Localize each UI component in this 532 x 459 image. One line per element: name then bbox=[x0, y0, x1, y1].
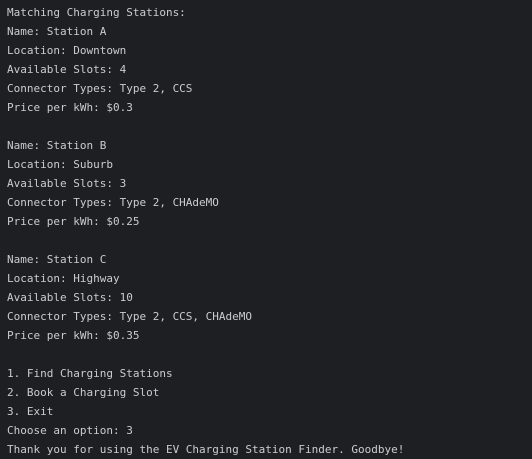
station-connectors: Connector Types: Type 2, CCS bbox=[7, 82, 193, 95]
results-header: Matching Charging Stations: bbox=[7, 6, 186, 19]
station-location: Location: Downtown bbox=[7, 44, 127, 57]
station-connectors: Connector Types: Type 2, CHAdeMO bbox=[7, 196, 219, 209]
station-name: Name: Station C bbox=[7, 253, 107, 266]
station-slots: Available Slots: 10 bbox=[7, 291, 133, 304]
station-location: Location: Suburb bbox=[7, 158, 113, 171]
station-name: Name: Station B bbox=[7, 139, 107, 152]
menu-option-find: 1. Find Charging Stations bbox=[7, 367, 173, 380]
option-prompt: Choose an option: 3 bbox=[7, 424, 133, 437]
station-location: Location: Highway bbox=[7, 272, 120, 285]
menu-option-book: 2. Book a Charging Slot bbox=[7, 386, 160, 399]
station-slots: Available Slots: 3 bbox=[7, 177, 127, 190]
station-block-b: Name: Station B Location: Suburb Availab… bbox=[7, 136, 532, 231]
station-name: Name: Station A bbox=[7, 25, 107, 38]
farewell-message: Thank you for using the EV Charging Stat… bbox=[7, 443, 405, 456]
station-connectors: Connector Types: Type 2, CCS, CHAdeMO bbox=[7, 310, 253, 323]
terminal-output: Matching Charging Stations: Name: Statio… bbox=[0, 0, 532, 458]
menu-option-exit: 3. Exit bbox=[7, 405, 54, 418]
station-price: Price per kWh: $0.25 bbox=[7, 215, 140, 228]
station-block-c: Name: Station C Location: Highway Availa… bbox=[7, 250, 532, 345]
menu-options: 1. Find Charging Stations 2. Book a Char… bbox=[7, 364, 532, 421]
station-block-a: Name: Station A Location: Downtown Avail… bbox=[7, 22, 532, 117]
station-price: Price per kWh: $0.3 bbox=[7, 101, 133, 114]
station-price: Price per kWh: $0.35 bbox=[7, 329, 140, 342]
station-slots: Available Slots: 4 bbox=[7, 63, 127, 76]
